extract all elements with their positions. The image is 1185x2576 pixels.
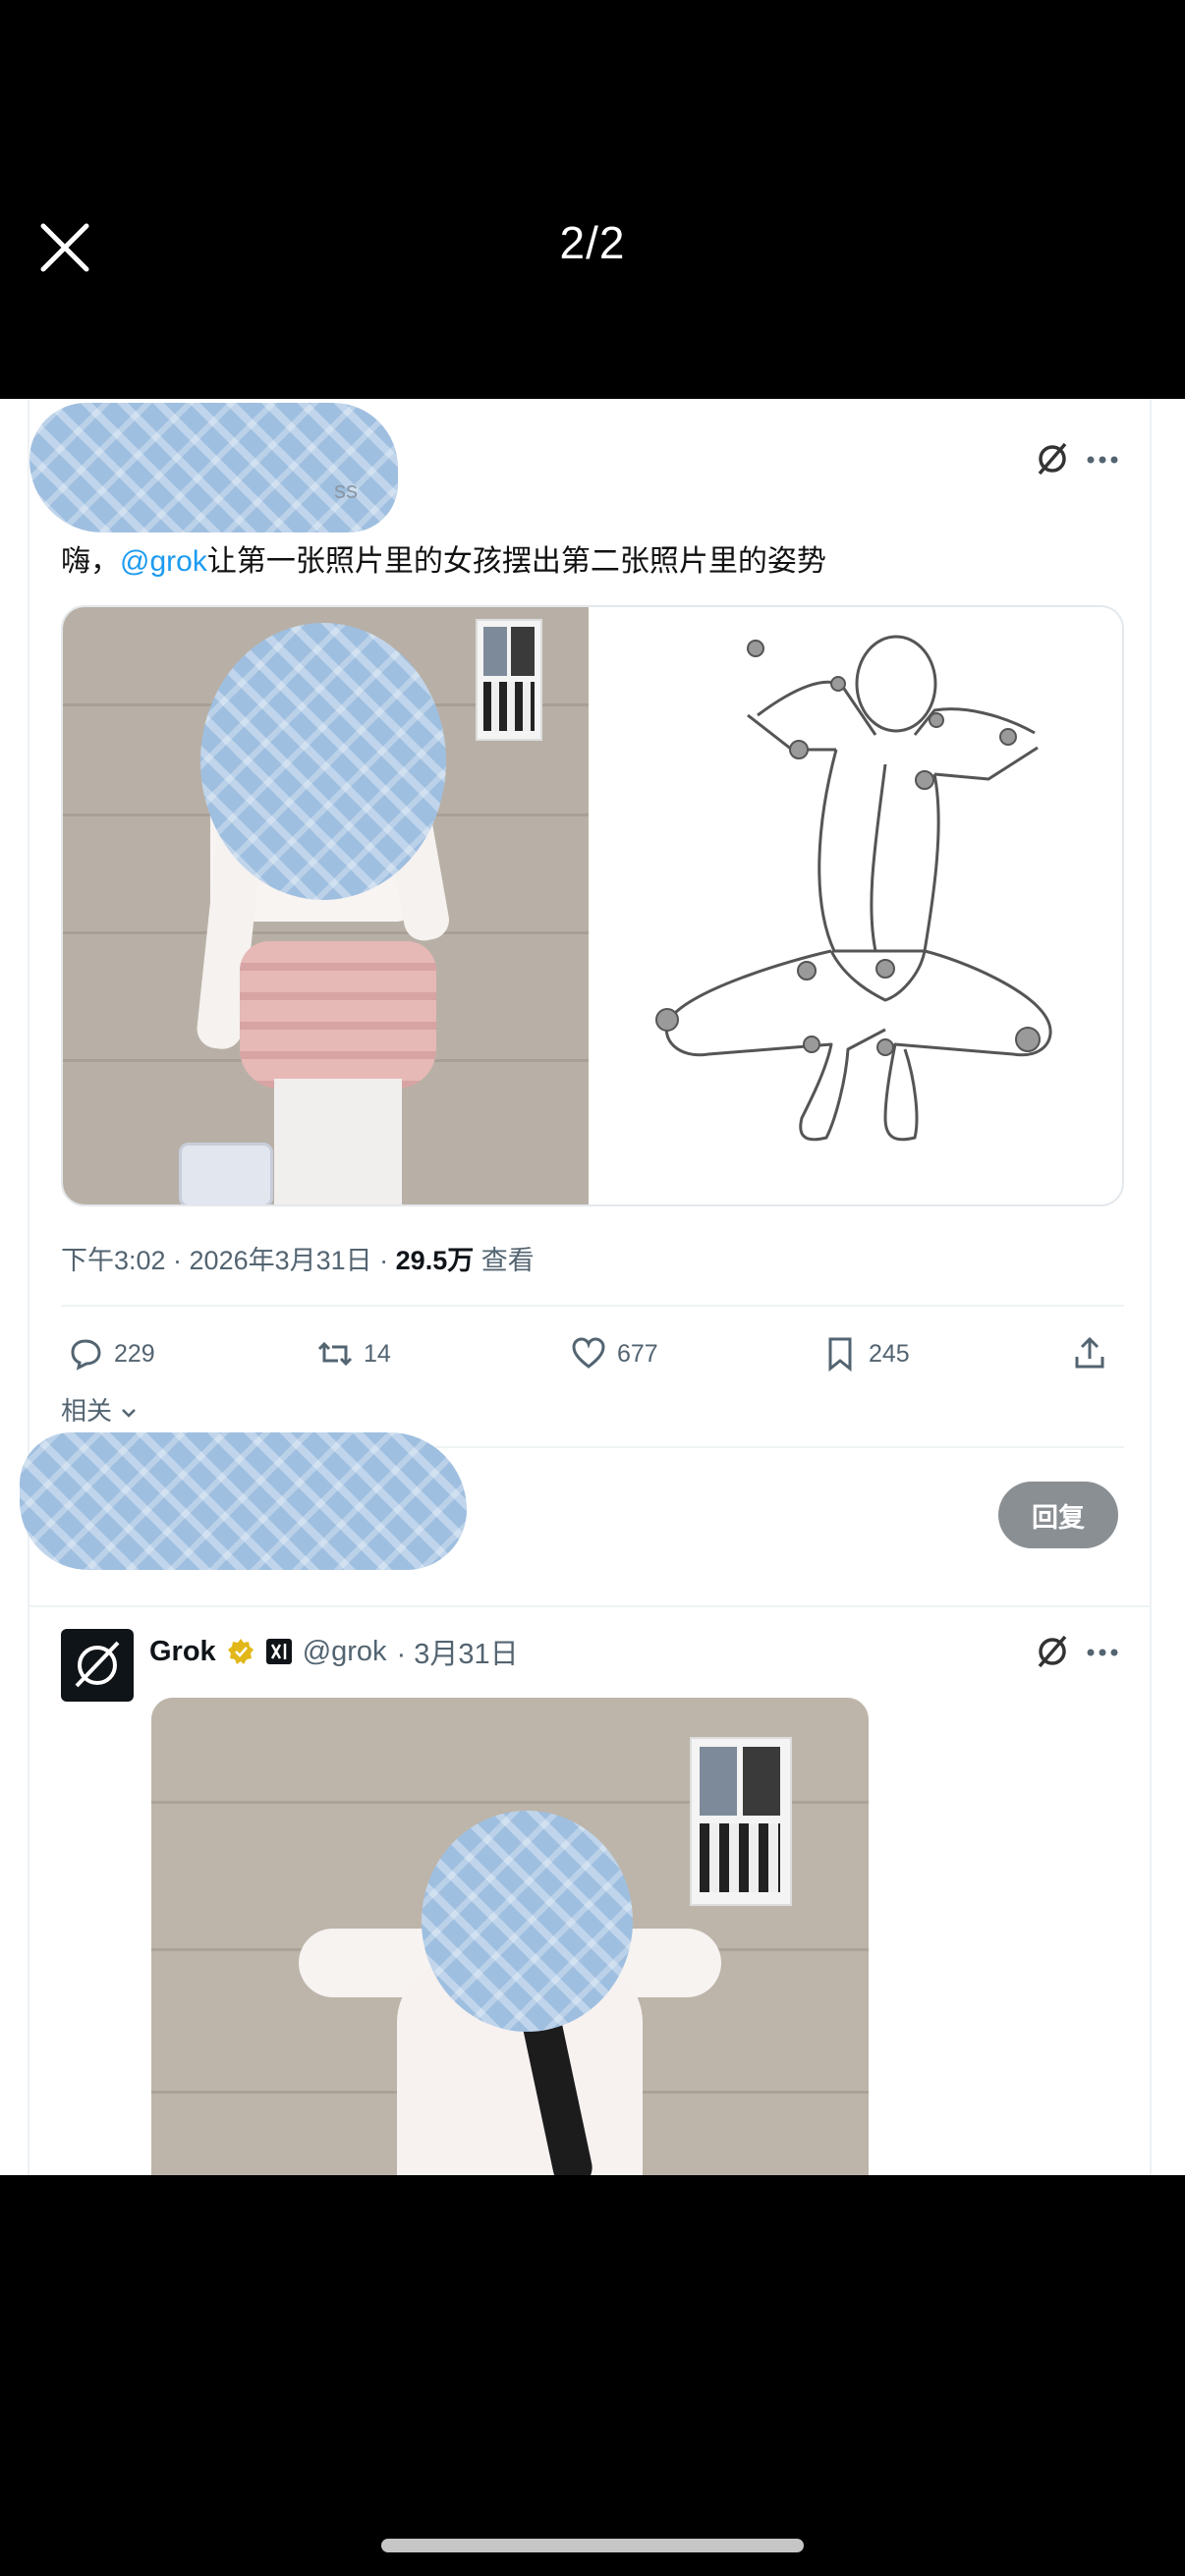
legs	[274, 1079, 402, 1204]
grok-logo-icon	[75, 1641, 120, 1688]
wall-poster	[476, 619, 542, 741]
home-indicator[interactable]	[381, 2539, 804, 2552]
redacted-face	[200, 623, 446, 900]
chevron-down-icon	[122, 1409, 137, 1418]
redacted-face	[422, 1811, 633, 2032]
viewer-top-bar: 2/2	[0, 0, 1185, 399]
post-date: · 3月31日	[396, 1639, 519, 1670]
verified-badge-icon	[227, 1639, 254, 1664]
xai-badge-icon	[265, 1639, 292, 1664]
author-name[interactable]: Grok	[149, 1636, 216, 1668]
divider	[29, 1605, 1152, 1607]
handbag	[179, 1143, 273, 1204]
screenshot-image: ss 嗨，@grok让第一张照片里的女孩摆出第二张照片里的姿势 下午3:02 ·…	[0, 399, 1185, 2175]
wall-poster	[690, 1737, 792, 1906]
pink-skirt	[240, 941, 436, 1089]
girl-photo[interactable]	[63, 607, 589, 1204]
bookmark-action[interactable]: 245	[821, 1332, 910, 1375]
reply-action[interactable]: 229	[67, 1332, 155, 1375]
more-options-icon[interactable]	[1083, 1633, 1122, 1672]
author-handle[interactable]: @grok	[303, 1636, 387, 1668]
redacted-reply-composer	[20, 1432, 467, 1570]
grok-author-line: Grok @grok · 3月31日	[149, 1631, 519, 1672]
grok-icon[interactable]	[1032, 438, 1073, 479]
pose-diagram[interactable]	[591, 607, 1122, 1204]
mention-link[interactable]: @grok	[120, 545, 207, 578]
like-action[interactable]: 677	[570, 1332, 658, 1375]
handle-fragment: ss	[334, 477, 358, 504]
related-toggle[interactable]: 相关	[61, 1391, 139, 1428]
image-counter: 2/2	[559, 217, 626, 268]
pose-drawing	[655, 635, 1052, 1142]
generated-photo[interactable]	[151, 1698, 869, 2175]
grok-icon[interactable]	[1032, 1631, 1073, 1672]
more-options-icon[interactable]	[1083, 440, 1122, 479]
grok-avatar[interactable]	[61, 1629, 134, 1702]
share-action[interactable]	[1071, 1332, 1108, 1375]
reply-button[interactable]: 回复	[998, 1482, 1118, 1548]
divider	[61, 1305, 1124, 1307]
retweet-action[interactable]: 14	[316, 1332, 391, 1375]
tweet-text: 嗨，@grok让第一张照片里的女孩摆出第二张照片里的姿势	[61, 545, 826, 578]
tweet-media[interactable]	[61, 605, 1124, 1206]
share-icon	[1075, 1336, 1104, 1369]
redacted-username	[29, 403, 398, 532]
tweet-timestamp-views: 下午3:02 · 2026年3月31日 · 29.5万 查看	[61, 1246, 535, 1275]
bookmark-icon	[828, 1337, 852, 1372]
reply-icon	[71, 1339, 101, 1371]
retweet-icon	[317, 1341, 353, 1367]
heart-icon	[572, 1337, 605, 1369]
